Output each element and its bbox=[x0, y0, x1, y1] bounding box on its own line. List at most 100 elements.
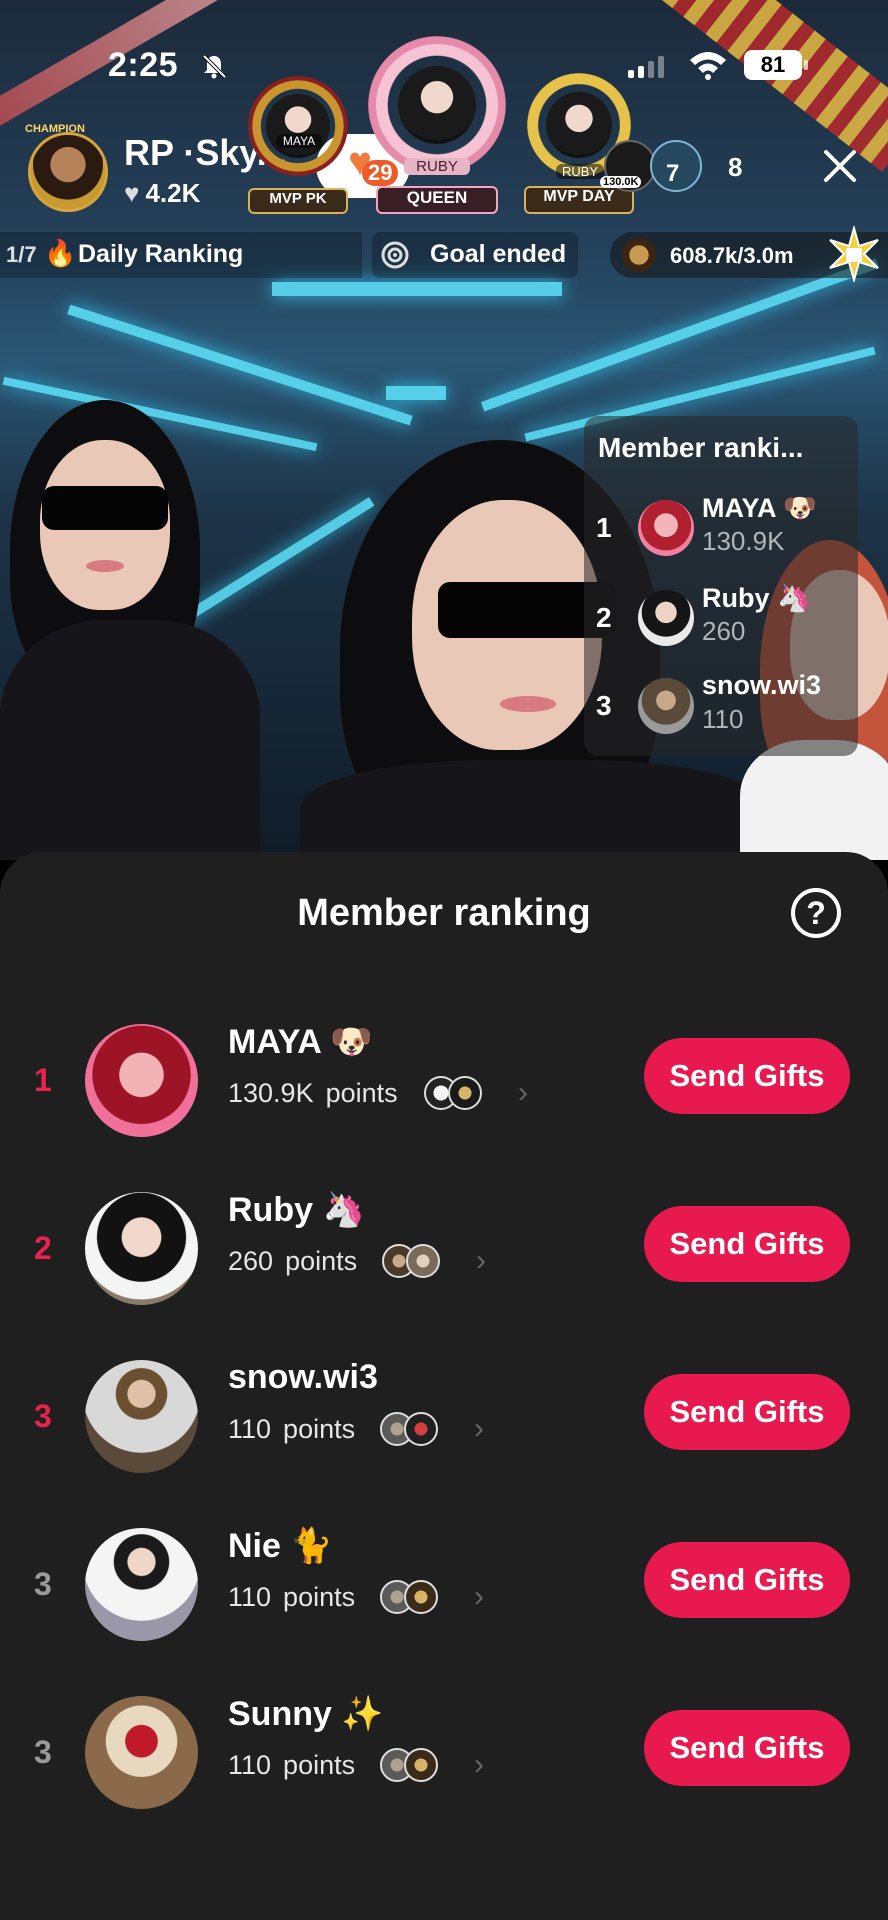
member-row[interactable]: 3 snow.wi3 110 points › Send Gifts bbox=[0, 1348, 888, 1516]
chevron-right-icon[interactable]: › bbox=[474, 1748, 494, 1782]
member-rank: 3 bbox=[34, 1566, 52, 1602]
member-name[interactable]: MAYA 🐶 bbox=[228, 1022, 372, 1062]
heart-icon: ♥ bbox=[124, 178, 140, 208]
host-likes: ♥ 4.2K bbox=[124, 178, 200, 209]
member-points: 260 points bbox=[228, 1246, 357, 1277]
send-gifts-button[interactable]: Send Gifts bbox=[644, 1710, 850, 1786]
member-row[interactable]: 3 Sunny ✨ 110 points › Send Gifts bbox=[0, 1684, 888, 1852]
overlay-rank: 2 bbox=[596, 602, 612, 633]
member-avatar[interactable] bbox=[85, 1528, 198, 1641]
bell-off-icon bbox=[202, 54, 227, 79]
member-row[interactable]: 2 Ruby 🦄 260 points › Send Gifts bbox=[0, 1180, 888, 1348]
badge-mvp-pk[interactable]: MAYA MVP PK bbox=[244, 76, 354, 216]
overlay-row[interactable]: 1 MAYA 🐶 130.9K bbox=[584, 490, 858, 570]
member-rank: 2 bbox=[34, 1230, 52, 1266]
member-points: 110 points bbox=[228, 1750, 355, 1781]
send-gifts-button[interactable]: Send Gifts bbox=[644, 1374, 850, 1450]
send-gifts-button[interactable]: Send Gifts bbox=[644, 1038, 850, 1114]
member-row[interactable]: 1 MAYA 🐶 130.9K points › Send Gifts bbox=[0, 1012, 888, 1180]
second-viewer-avatar[interactable]: 7 bbox=[650, 140, 702, 192]
send-gifts-button[interactable]: Send Gifts bbox=[644, 1542, 850, 1618]
member-name[interactable]: Sunny ✨ bbox=[228, 1694, 384, 1734]
member-row[interactable]: 3 Nie 🐈 110 points › Send Gifts bbox=[0, 1516, 888, 1684]
target-icon bbox=[381, 241, 409, 269]
member-points: 110 points bbox=[228, 1414, 355, 1445]
overlay-name: MAYA 🐶 bbox=[702, 493, 817, 523]
points-word: points bbox=[325, 1078, 398, 1108]
points-word: points bbox=[285, 1246, 358, 1276]
member-avatar[interactable] bbox=[85, 1696, 198, 1809]
starburst-icon bbox=[829, 226, 879, 282]
badge-tag: MVP PK bbox=[248, 188, 348, 214]
viewer-count[interactable]: 8 bbox=[728, 152, 742, 183]
points-word: points bbox=[283, 1414, 356, 1444]
overlay-row[interactable]: 3 snow.wi3 110 bbox=[584, 668, 858, 748]
member-points-value: 130.9K bbox=[228, 1078, 314, 1108]
member-avatar[interactable] bbox=[85, 1024, 198, 1137]
flame-icon: 🔥 bbox=[44, 238, 77, 268]
neon-beam bbox=[386, 386, 446, 400]
overlay-points: 260 bbox=[702, 616, 746, 646]
badge-tag: QUEEN bbox=[376, 186, 498, 214]
member-avatar[interactable] bbox=[85, 1192, 198, 1305]
member-rank: 3 bbox=[34, 1398, 52, 1434]
sheet-title: Member ranking bbox=[297, 892, 591, 934]
chevron-right-icon[interactable]: › bbox=[474, 1580, 494, 1614]
supporter-avatars[interactable] bbox=[380, 1412, 448, 1452]
chevron-right-icon[interactable]: › bbox=[476, 1244, 496, 1278]
overlay-points: 130.9K bbox=[702, 526, 785, 556]
top-viewer-avatar[interactable]: 130.0K bbox=[600, 140, 656, 192]
badge-sub: RUBY bbox=[556, 164, 604, 179]
close-icon[interactable] bbox=[820, 146, 860, 186]
status-time: 2:25 bbox=[108, 46, 179, 84]
badge-sub: MAYA bbox=[276, 134, 322, 148]
second-viewer-count: 7 bbox=[666, 160, 680, 187]
wifi-icon bbox=[690, 52, 726, 80]
overlay-name: snow.wi3 bbox=[702, 670, 822, 700]
member-name[interactable]: Ruby 🦄 bbox=[228, 1190, 365, 1230]
member-ranking-overlay[interactable]: Member ranki... 1 MAYA 🐶 130.9K 2 Ruby 🦄… bbox=[584, 416, 858, 756]
supporter-avatars[interactable] bbox=[380, 1580, 448, 1620]
badge-queen[interactable]: RUBY QUEEN bbox=[362, 36, 512, 216]
goal-pill[interactable]: Goal ended bbox=[372, 232, 578, 278]
overlay-title: Member ranki... bbox=[598, 432, 804, 463]
supporter-avatars[interactable] bbox=[424, 1076, 492, 1116]
member-points: 130.9K points bbox=[228, 1078, 398, 1109]
points-word: points bbox=[283, 1582, 356, 1612]
member-name[interactable]: snow.wi3 bbox=[228, 1358, 378, 1397]
badge-sub: RUBY bbox=[404, 158, 470, 175]
overlay-avatar bbox=[638, 678, 694, 734]
help-button[interactable]: ? bbox=[791, 888, 841, 938]
overlay-name: Ruby 🦄 bbox=[702, 583, 811, 613]
send-gifts-button[interactable]: Send Gifts bbox=[644, 1206, 850, 1282]
avatar-ring-label: CHAMPION bbox=[25, 123, 85, 135]
coin-progress-pill[interactable]: 608.7k/3.0m bbox=[610, 226, 888, 282]
badge-avatar bbox=[266, 94, 330, 158]
badge-tag: MVP DAY bbox=[524, 186, 634, 214]
chevron-right-icon[interactable]: › bbox=[474, 1412, 494, 1446]
overlay-points: 110 bbox=[702, 704, 744, 734]
supporter-avatars[interactable] bbox=[382, 1244, 450, 1284]
member-points-value: 110 bbox=[228, 1582, 272, 1612]
chevron-right-icon[interactable]: › bbox=[518, 1076, 538, 1110]
neon-beam bbox=[272, 282, 562, 296]
member-avatar[interactable] bbox=[85, 1360, 198, 1473]
overlay-row[interactable]: 2 Ruby 🦄 260 bbox=[584, 580, 858, 660]
member-ranking-sheet: Member ranking ? 1 MAYA 🐶 130.9K points ›… bbox=[0, 852, 888, 1920]
host-likes-count: 4.2K bbox=[145, 178, 201, 208]
badge-avatar bbox=[546, 92, 612, 158]
member-name[interactable]: Nie 🐈 bbox=[228, 1526, 333, 1566]
member-rank: 3 bbox=[34, 1734, 52, 1770]
supporter-avatars[interactable] bbox=[380, 1748, 448, 1788]
goal-label: Goal ended bbox=[430, 240, 567, 268]
daily-ranking-pill[interactable]: 1/7 🔥 Daily Ranking bbox=[0, 232, 362, 278]
daily-ranking-label: Daily Ranking bbox=[78, 240, 244, 268]
host-avatar[interactable]: CHAMPION bbox=[25, 123, 108, 212]
overlay-rank: 3 bbox=[596, 690, 612, 721]
member-points-value: 110 bbox=[228, 1750, 272, 1780]
overlay-rank: 1 bbox=[596, 512, 612, 543]
member-rank: 1 bbox=[34, 1062, 52, 1098]
badge-avatar bbox=[398, 66, 476, 144]
coin-avatar bbox=[622, 238, 656, 272]
member-points: 110 points bbox=[228, 1582, 355, 1613]
